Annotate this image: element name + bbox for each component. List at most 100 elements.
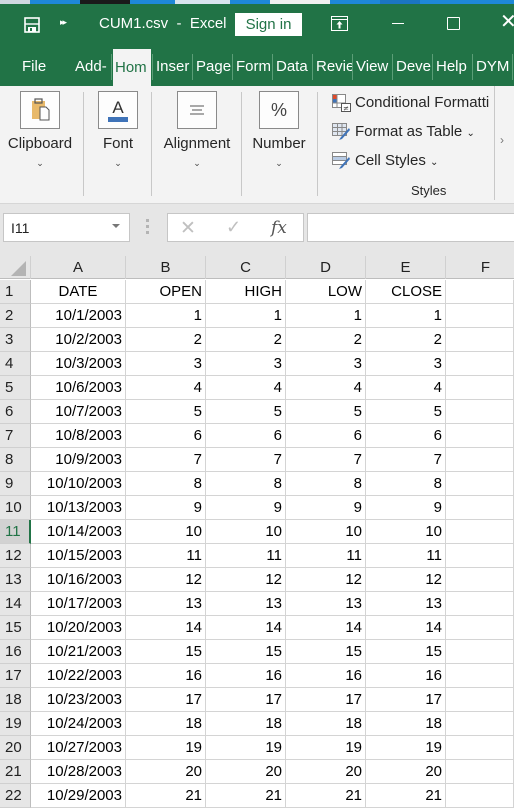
- cell[interactable]: 4: [206, 376, 286, 400]
- cell[interactable]: 4: [286, 376, 366, 400]
- cell[interactable]: 7: [206, 448, 286, 472]
- cell[interactable]: 5: [126, 400, 206, 424]
- tab-help[interactable]: Help: [434, 46, 472, 86]
- cell[interactable]: 10: [206, 520, 286, 544]
- cell[interactable]: 5: [366, 400, 446, 424]
- cell[interactable]: 10/17/2003: [31, 592, 126, 616]
- cell[interactable]: 3: [206, 352, 286, 376]
- cell[interactable]: 7: [286, 448, 366, 472]
- tab-review[interactable]: Revie: [314, 46, 352, 86]
- number-group-button[interactable]: %: [259, 91, 299, 129]
- cell[interactable]: [446, 736, 514, 760]
- header-cell[interactable]: OPEN: [126, 280, 206, 304]
- cell[interactable]: 18: [206, 712, 286, 736]
- cell[interactable]: 10/21/2003: [31, 640, 126, 664]
- cell[interactable]: 8: [126, 472, 206, 496]
- cell[interactable]: 8: [206, 472, 286, 496]
- cell[interactable]: [446, 784, 514, 808]
- cell[interactable]: 10/7/2003: [31, 400, 126, 424]
- cell[interactable]: 3: [366, 352, 446, 376]
- ribbon-scroll-right-button[interactable]: ›: [494, 86, 514, 200]
- cell[interactable]: 17: [286, 688, 366, 712]
- cell[interactable]: 4: [366, 376, 446, 400]
- cell[interactable]: 15: [126, 640, 206, 664]
- cell[interactable]: 10/8/2003: [31, 424, 126, 448]
- cell[interactable]: 7: [126, 448, 206, 472]
- formula-bar-resize-handle[interactable]: [146, 219, 150, 237]
- cell[interactable]: 4: [126, 376, 206, 400]
- cell[interactable]: 21: [206, 784, 286, 808]
- header-cell[interactable]: HIGH: [206, 280, 286, 304]
- cell[interactable]: 10/16/2003: [31, 568, 126, 592]
- cell[interactable]: 18: [286, 712, 366, 736]
- cell[interactable]: [446, 592, 514, 616]
- cell[interactable]: [446, 760, 514, 784]
- minimize-icon[interactable]: [392, 23, 404, 24]
- tab-data[interactable]: Data: [274, 46, 312, 86]
- cell[interactable]: 9: [366, 496, 446, 520]
- row-header[interactable]: 14: [0, 592, 31, 616]
- chevron-down-icon[interactable]: ⌄: [86, 158, 150, 169]
- cell[interactable]: 13: [206, 592, 286, 616]
- cell[interactable]: 5: [286, 400, 366, 424]
- column-header-a[interactable]: A: [31, 256, 126, 279]
- row-header[interactable]: 22: [0, 784, 31, 808]
- cell[interactable]: 12: [206, 568, 286, 592]
- cell[interactable]: 20: [126, 760, 206, 784]
- cell[interactable]: 1: [366, 304, 446, 328]
- cell[interactable]: 19: [366, 736, 446, 760]
- cell[interactable]: 2: [286, 328, 366, 352]
- cell[interactable]: 2: [366, 328, 446, 352]
- cell[interactable]: 10/13/2003: [31, 496, 126, 520]
- row-header[interactable]: 9: [0, 472, 31, 496]
- cell[interactable]: [446, 640, 514, 664]
- row-header[interactable]: 17: [0, 664, 31, 688]
- sign-in-button[interactable]: Sign in: [235, 13, 302, 36]
- row-header[interactable]: 8: [0, 448, 31, 472]
- column-header-e[interactable]: E: [366, 256, 446, 279]
- cell[interactable]: 15: [366, 640, 446, 664]
- cell[interactable]: [446, 688, 514, 712]
- header-cell[interactable]: LOW: [286, 280, 366, 304]
- cell[interactable]: 9: [126, 496, 206, 520]
- cell[interactable]: 6: [126, 424, 206, 448]
- enter-check-icon[interactable]: ✓: [226, 217, 241, 238]
- cell[interactable]: [446, 424, 514, 448]
- select-all-button[interactable]: [0, 256, 31, 279]
- cell[interactable]: 17: [366, 688, 446, 712]
- column-header-b[interactable]: B: [126, 256, 206, 279]
- cell[interactable]: [446, 568, 514, 592]
- save-icon[interactable]: [24, 17, 40, 33]
- cell[interactable]: [446, 496, 514, 520]
- cell[interactable]: [446, 616, 514, 640]
- column-header-d[interactable]: D: [286, 256, 366, 279]
- tab-developer[interactable]: Deve: [394, 46, 432, 86]
- cell[interactable]: 9: [286, 496, 366, 520]
- cell[interactable]: 10/15/2003: [31, 544, 126, 568]
- row-header[interactable]: 1: [0, 280, 31, 304]
- cell[interactable]: 1: [206, 304, 286, 328]
- cell[interactable]: 16: [366, 664, 446, 688]
- cell[interactable]: 13: [366, 592, 446, 616]
- cell[interactable]: [446, 400, 514, 424]
- cell[interactable]: 16: [126, 664, 206, 688]
- header-cell[interactable]: [446, 280, 514, 304]
- header-cell[interactable]: DATE: [31, 280, 126, 304]
- insert-function-icon[interactable]: fx: [271, 218, 287, 238]
- cell[interactable]: 14: [286, 616, 366, 640]
- row-header[interactable]: 11: [0, 520, 31, 544]
- cell[interactable]: 11: [286, 544, 366, 568]
- tab-file[interactable]: File: [20, 46, 60, 86]
- row-header[interactable]: 5: [0, 376, 31, 400]
- cell[interactable]: 11: [366, 544, 446, 568]
- cell[interactable]: 10/24/2003: [31, 712, 126, 736]
- cell[interactable]: 10/14/2003: [31, 520, 126, 544]
- tab-dym[interactable]: DYM: [474, 46, 512, 86]
- cell[interactable]: [446, 376, 514, 400]
- cell[interactable]: [446, 352, 514, 376]
- row-header[interactable]: 13: [0, 568, 31, 592]
- cell[interactable]: 10/23/2003: [31, 688, 126, 712]
- cell[interactable]: 8: [366, 472, 446, 496]
- cell[interactable]: 10/20/2003: [31, 616, 126, 640]
- cell[interactable]: 10/3/2003: [31, 352, 126, 376]
